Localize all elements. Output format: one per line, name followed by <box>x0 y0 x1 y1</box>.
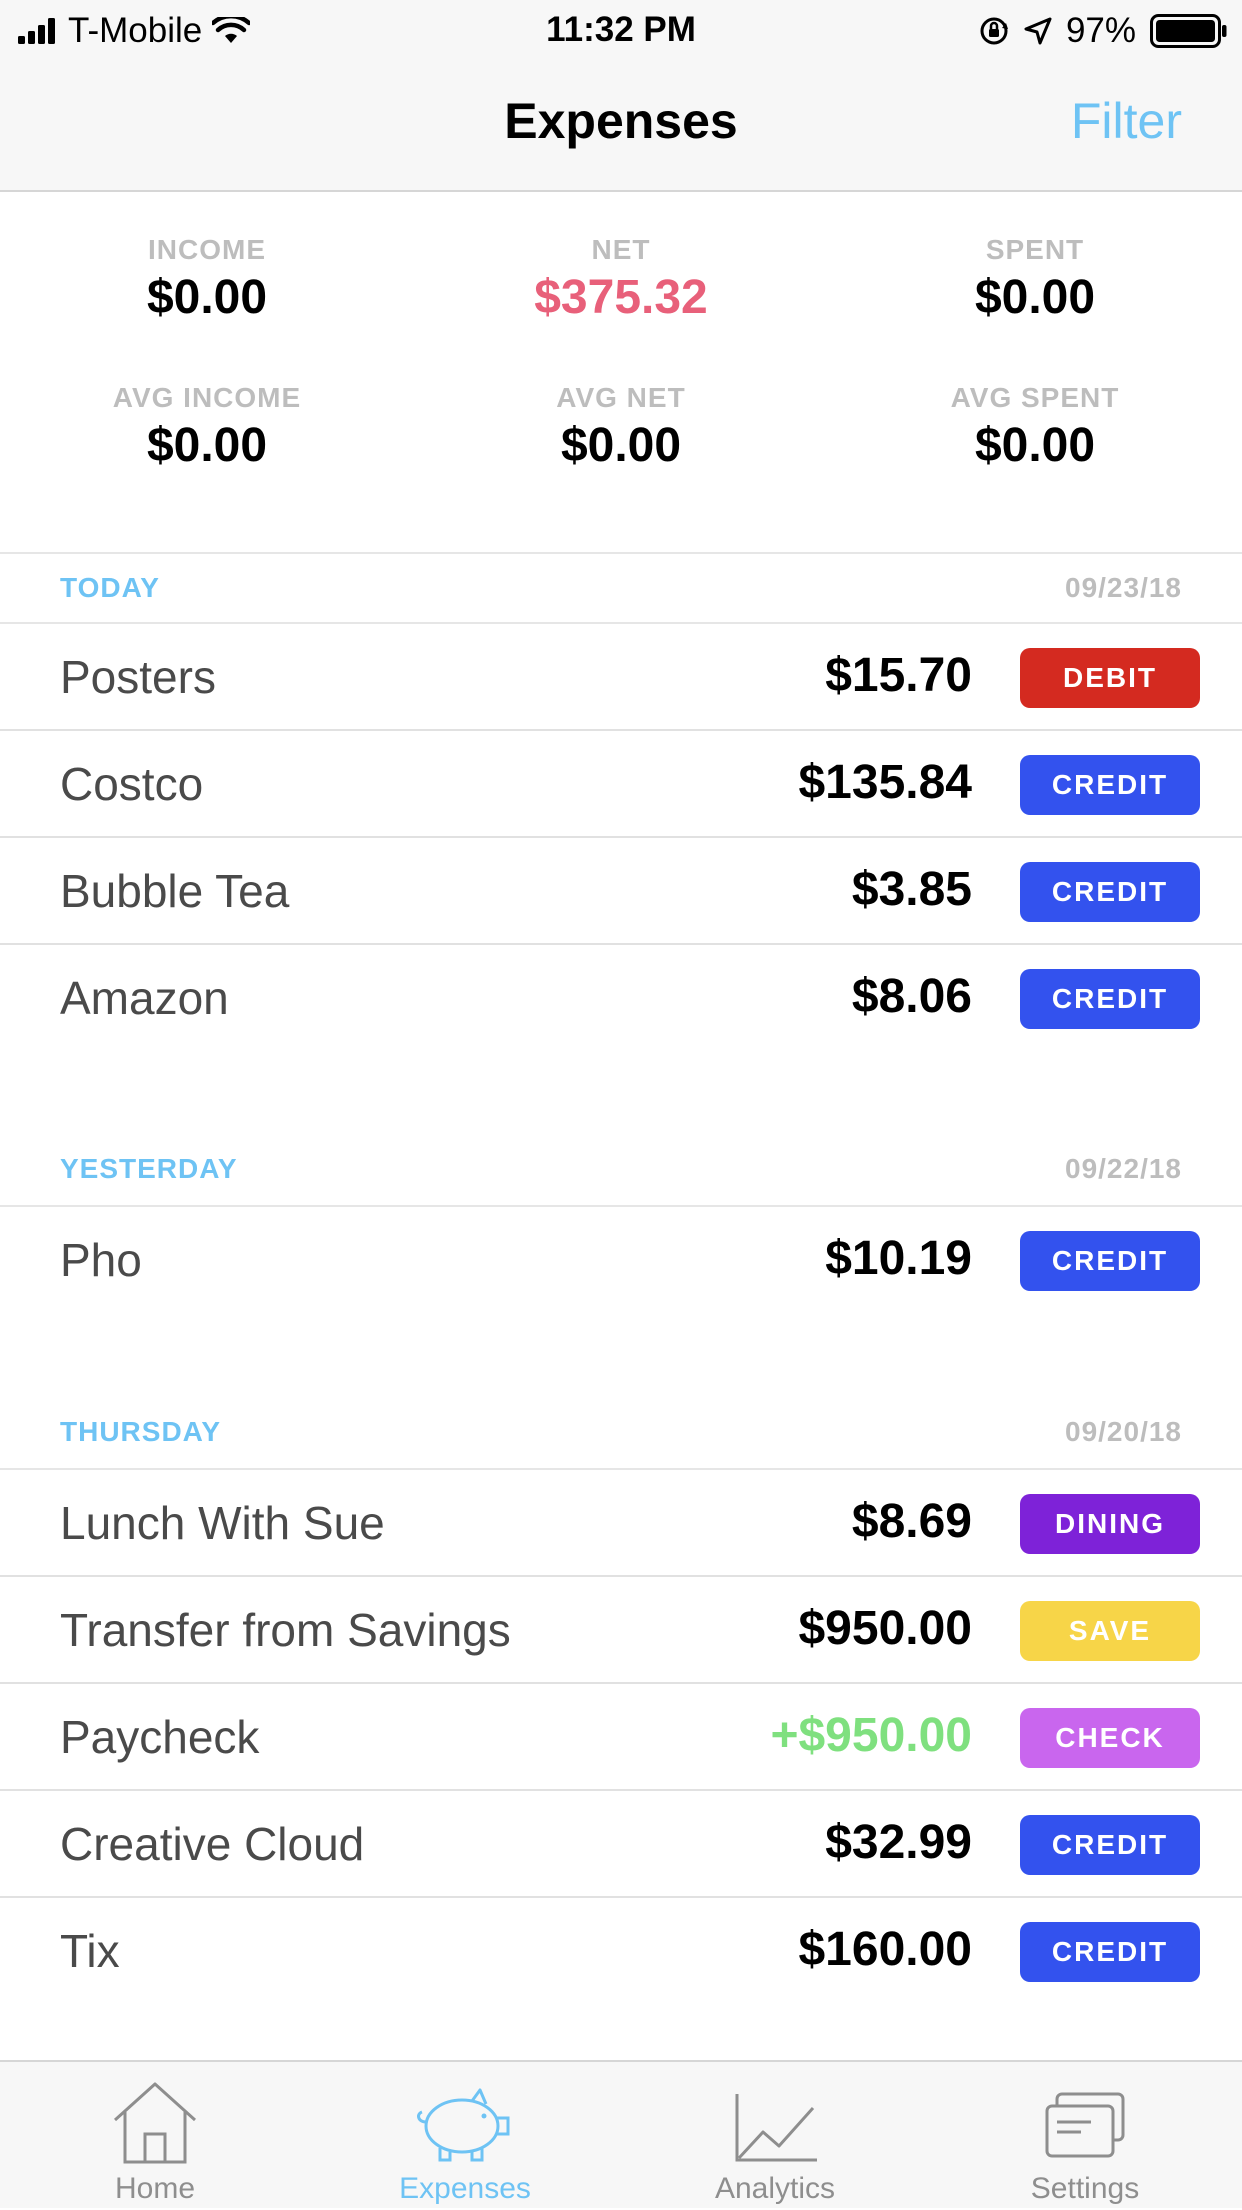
expense-row[interactable]: Amazon $8.06 CREDIT <box>0 945 1242 1052</box>
income-value: $0.00 <box>146 271 268 324</box>
section-header-yesterday: YESTERDAY 09/22/18 <box>0 1135 1242 1207</box>
battery-percent: 97% <box>1065 11 1136 50</box>
expense-amount: $10.19 <box>825 1232 972 1285</box>
expense-amount: $3.85 <box>851 863 972 916</box>
section-title: TODAY <box>60 572 160 603</box>
category-tag[interactable]: CREDIT <box>1020 862 1200 922</box>
tab-expenses[interactable]: Expenses <box>310 2062 620 2210</box>
expense-row[interactable]: Pho $10.19 CREDIT <box>0 1207 1242 1314</box>
avg-net-value: $0.00 <box>560 419 682 472</box>
tab-home[interactable]: Home <box>0 2062 310 2210</box>
tab-label: Home <box>114 2172 196 2205</box>
expense-row[interactable]: Posters $15.70 DEBIT <box>0 624 1242 731</box>
section-header-thursday: THURSDAY 09/20/18 <box>0 1398 1242 1470</box>
avg-income-label: AVG INCOME <box>112 382 302 413</box>
expense-name: Costco <box>60 758 204 810</box>
net-value: $375.32 <box>534 271 708 324</box>
expense-row[interactable]: Costco $135.84 CREDIT <box>0 731 1242 838</box>
section-header-today: TODAY 09/23/18 <box>0 552 1242 624</box>
expense-name: Creative Cloud <box>60 1818 365 1870</box>
expense-row[interactable]: Transfer from Savings $950.00 SAVE <box>0 1577 1242 1684</box>
summary-panel: INCOME $0.00 NET $375.32 SPENT $0.00 AVG… <box>0 192 1242 552</box>
income-stat: INCOME $0.00 <box>0 234 414 325</box>
category-tag[interactable]: CREDIT <box>1020 1231 1200 1291</box>
expense-name: Transfer from Savings <box>60 1604 511 1656</box>
status-right: 97% <box>978 10 1228 52</box>
category-tag[interactable]: DEBIT <box>1020 648 1200 708</box>
navigation-bar: Expenses Filter <box>0 62 1242 192</box>
net-label: NET <box>591 234 651 265</box>
avg-income-stat: AVG INCOME $0.00 <box>0 382 414 473</box>
house-icon <box>113 2082 197 2164</box>
expense-row[interactable]: Lunch With Sue $8.69 DINING <box>0 1470 1242 1577</box>
expense-amount: $15.70 <box>825 649 972 702</box>
tab-label: Settings <box>1030 2172 1140 2205</box>
expense-amount: $8.69 <box>851 1495 972 1548</box>
expense-name: Lunch With Sue <box>60 1497 385 1549</box>
spent-value: $0.00 <box>974 271 1096 324</box>
expense-amount: $8.06 <box>851 970 972 1023</box>
expense-row[interactable]: Bubble Tea $3.85 CREDIT <box>0 838 1242 945</box>
tab-analytics[interactable]: Analytics <box>620 2062 930 2210</box>
expense-name: Paycheck <box>60 1711 260 1763</box>
section-title: THURSDAY <box>60 1416 221 1447</box>
expense-name: Amazon <box>60 972 229 1024</box>
piggy-bank-icon <box>417 2088 510 2162</box>
expense-row[interactable]: Creative Cloud $32.99 CREDIT <box>0 1791 1242 1898</box>
status-bar: T-Mobile 11:32 PM 97% <box>0 0 1242 62</box>
page-title: Expenses <box>504 93 738 149</box>
avg-net-label: AVG NET <box>556 382 686 413</box>
spent-stat: SPENT $0.00 <box>828 234 1242 325</box>
expense-row[interactable]: Paycheck +$950.00 CHECK <box>0 1684 1242 1791</box>
category-tag[interactable]: CREDIT <box>1020 1922 1200 1982</box>
expense-row[interactable]: Tix $160.00 CREDIT <box>0 1898 1242 2005</box>
section-date: 09/22/18 <box>1065 1153 1182 1184</box>
filter-button[interactable]: Filter <box>1071 92 1182 150</box>
tab-label: Analytics <box>714 2172 836 2205</box>
net-stat: NET $375.32 <box>414 234 828 325</box>
category-tag[interactable]: CREDIT <box>1020 969 1200 1029</box>
expense-name: Pho <box>60 1234 142 1286</box>
category-tag[interactable]: CREDIT <box>1020 1815 1200 1875</box>
section-date: 09/23/18 <box>1065 572 1182 603</box>
expense-amount: $32.99 <box>825 1816 972 1869</box>
location-arrow-icon <box>1024 17 1052 45</box>
category-tag[interactable]: CREDIT <box>1020 755 1200 815</box>
avg-spent-value: $0.00 <box>974 419 1096 472</box>
income-label: INCOME <box>148 234 266 265</box>
avg-net-stat: AVG NET $0.00 <box>414 382 828 473</box>
tab-label: Expenses <box>399 2172 531 2205</box>
expense-amount: +$950.00 <box>770 1709 972 1762</box>
category-tag[interactable]: CHECK <box>1020 1708 1200 1768</box>
avg-spent-label: AVG SPENT <box>950 382 1120 413</box>
orientation-lock-icon <box>980 17 1008 45</box>
avg-income-value: $0.00 <box>146 419 268 472</box>
expense-name: Posters <box>60 651 216 703</box>
tab-settings[interactable]: Settings <box>930 2062 1240 2210</box>
tab-bar: Home Expenses Analytics Settings <box>0 2060 1242 2208</box>
category-tag[interactable]: SAVE <box>1020 1601 1200 1661</box>
expense-name: Bubble Tea <box>60 865 290 917</box>
expense-amount: $160.00 <box>798 1923 972 1976</box>
expense-amount: $950.00 <box>798 1602 972 1655</box>
section-date: 09/20/18 <box>1065 1416 1182 1447</box>
line-chart-icon <box>735 2094 817 2162</box>
expense-amount: $135.84 <box>798 756 972 809</box>
avg-spent-stat: AVG SPENT $0.00 <box>828 382 1242 473</box>
cards-icon <box>1045 2092 1125 2158</box>
section-title: YESTERDAY <box>60 1153 238 1184</box>
category-tag[interactable]: DINING <box>1020 1494 1200 1554</box>
expense-name: Tix <box>60 1925 120 1977</box>
spent-label: SPENT <box>985 234 1085 265</box>
battery-icon <box>1150 14 1227 48</box>
